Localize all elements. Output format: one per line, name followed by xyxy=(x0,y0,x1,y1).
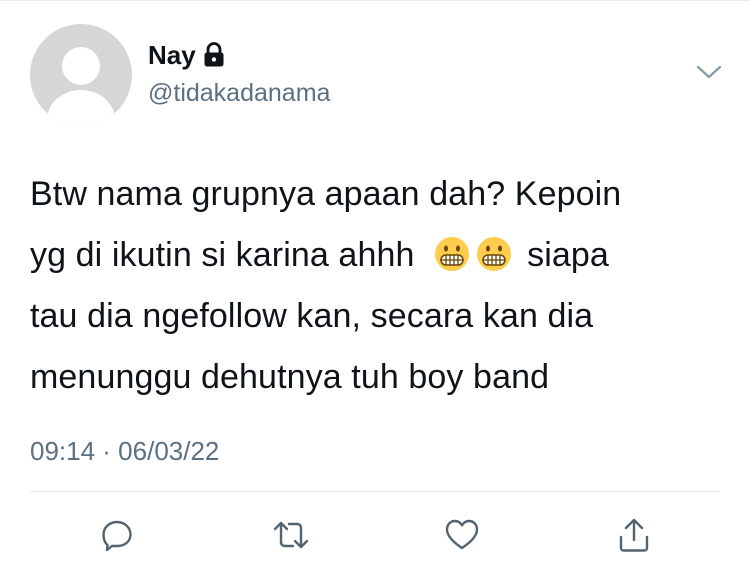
avatar[interactable] xyxy=(30,24,132,126)
avatar-body-shape xyxy=(47,90,115,126)
tweet-text-fragment: siapa xyxy=(527,236,609,274)
avatar-head-shape xyxy=(62,47,100,85)
retweet-icon xyxy=(271,518,311,552)
tweet-text-line: Btw nama grupnya apaan dah? Kepoin xyxy=(30,175,622,213)
grimacing-face-emoji-icon xyxy=(434,231,470,271)
display-name-row: Nay xyxy=(148,38,330,72)
lock-icon xyxy=(203,42,225,68)
like-button[interactable] xyxy=(437,510,487,560)
action-bar xyxy=(0,510,750,560)
user-names: Nay @tidakadanama xyxy=(148,38,330,110)
user-handle[interactable]: @tidakadanama xyxy=(148,76,330,110)
tweet-text-fragment: yg di ikutin si karina ahhh xyxy=(30,236,415,274)
tweet-text: Btw nama grupnya apaan dah? Kepoin yg di… xyxy=(30,164,730,408)
tweet-text-line: yg di ikutin si karina ahhh siapa xyxy=(30,225,730,286)
reply-button[interactable] xyxy=(92,510,142,560)
tweet-text-line: tau dia ngefollow kan, secara kan dia xyxy=(30,297,594,335)
retweet-button[interactable] xyxy=(266,510,316,560)
display-name[interactable]: Nay xyxy=(148,38,196,72)
tweet-header: Nay @tidakadanama xyxy=(30,24,730,126)
tweet-text-line: menunggu dehutnya tuh boy band xyxy=(30,358,550,396)
heart-icon xyxy=(444,518,480,552)
chevron-down-icon[interactable] xyxy=(695,62,723,82)
share-icon xyxy=(617,517,651,553)
share-button[interactable] xyxy=(609,510,659,560)
tweet-timestamp[interactable]: 09:14 · 06/03/22 xyxy=(30,433,219,469)
reply-icon xyxy=(100,518,134,552)
grimacing-face-emoji-icon xyxy=(476,231,512,271)
divider xyxy=(30,491,720,492)
top-border xyxy=(0,0,750,1)
